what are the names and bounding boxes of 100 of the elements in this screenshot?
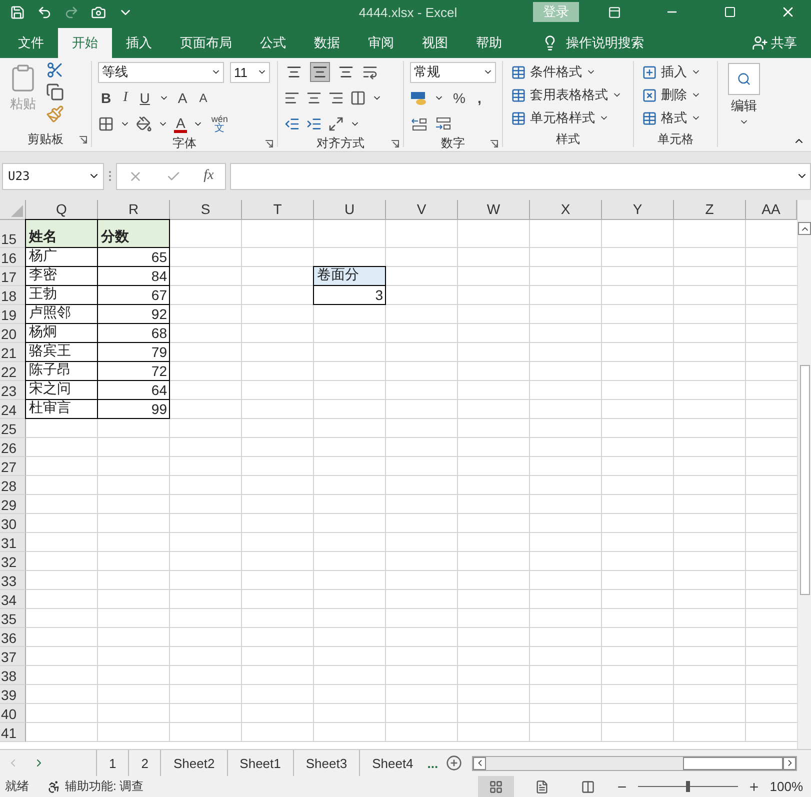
indent-decrease-icon[interactable] bbox=[284, 116, 300, 132]
new-sheet-icon[interactable] bbox=[446, 755, 462, 771]
zoom-thumb[interactable] bbox=[686, 781, 690, 792]
grow-font-button[interactable]: A bbox=[174, 90, 190, 106]
editing-button[interactable]: 编辑 bbox=[726, 61, 762, 147]
row-header[interactable]: 28 bbox=[0, 476, 26, 495]
camera-icon[interactable] bbox=[91, 4, 106, 20]
cut-icon[interactable] bbox=[46, 61, 64, 79]
undo-icon[interactable] bbox=[37, 4, 52, 20]
ribbon-tab[interactable]: 页面布局 bbox=[166, 28, 246, 58]
column-header[interactable]: Y bbox=[602, 200, 674, 219]
accessibility-icon[interactable] bbox=[47, 780, 61, 794]
splitter-icon[interactable] bbox=[108, 169, 112, 183]
percent-button[interactable]: % bbox=[450, 90, 468, 106]
formula-field[interactable] bbox=[230, 162, 811, 190]
row-header[interactable]: 34 bbox=[0, 590, 26, 609]
table-icon[interactable] bbox=[511, 88, 526, 102]
page-icon[interactable] bbox=[534, 780, 549, 794]
row-header[interactable]: 18 bbox=[0, 286, 26, 305]
scroll-thumb[interactable] bbox=[683, 756, 783, 770]
row-header[interactable]: 16 bbox=[0, 248, 26, 267]
align-left-icon[interactable] bbox=[284, 90, 300, 106]
command-button[interactable]: 删除 bbox=[640, 84, 703, 106]
more-sheets-button[interactable]: ... bbox=[425, 756, 446, 770]
phonetic-button[interactable]: wén 文 bbox=[209, 115, 230, 133]
column-header[interactable]: T bbox=[242, 200, 314, 219]
ribbon-tab[interactable]: 数据 bbox=[300, 28, 354, 58]
search-icon[interactable] bbox=[737, 72, 751, 86]
maximize-icon[interactable] bbox=[724, 6, 736, 18]
column-header[interactable]: V bbox=[386, 200, 458, 219]
ribbon-tab[interactable]: 视图 bbox=[408, 28, 462, 58]
dialog-launcher-icon[interactable] bbox=[265, 140, 273, 148]
column-header[interactable]: W bbox=[458, 200, 530, 219]
row-header[interactable]: 21 bbox=[0, 343, 26, 362]
row-header[interactable]: 41 bbox=[0, 723, 26, 742]
command-button[interactable]: 格式 bbox=[640, 107, 703, 129]
ribbon-tab[interactable]: 文件 bbox=[4, 28, 58, 58]
row-header[interactable]: 22 bbox=[0, 362, 26, 381]
delete-icon[interactable] bbox=[642, 88, 657, 102]
row-header[interactable]: 20 bbox=[0, 324, 26, 343]
ribbon-tab[interactable]: 帮助 bbox=[462, 28, 516, 58]
row-header[interactable]: 39 bbox=[0, 685, 26, 704]
column-header[interactable]: Z bbox=[674, 200, 746, 219]
italic-button[interactable]: I bbox=[120, 90, 131, 106]
row-header[interactable]: 40 bbox=[0, 704, 26, 723]
ribbon-display-icon[interactable] bbox=[608, 6, 620, 18]
tell-me-search[interactable]: 操作说明搜索 bbox=[536, 28, 650, 58]
column-header[interactable]: U bbox=[314, 200, 386, 219]
zoom-in-icon[interactable] bbox=[748, 780, 760, 792]
table-icon[interactable] bbox=[511, 64, 526, 80]
column-header[interactable]: X bbox=[530, 200, 602, 219]
command-button[interactable]: 条件格式 bbox=[509, 61, 624, 83]
ribbon-tab[interactable]: 插入 bbox=[112, 28, 166, 58]
page-break-icon[interactable] bbox=[580, 780, 595, 794]
row-header[interactable]: 38 bbox=[0, 666, 26, 685]
currency-icon[interactable] bbox=[410, 90, 428, 106]
row-header[interactable]: 26 bbox=[0, 438, 26, 457]
insert-icon[interactable] bbox=[642, 64, 657, 80]
font-size-field[interactable]: 11 bbox=[230, 62, 270, 82]
command-button[interactable]: 插入 bbox=[640, 61, 703, 83]
ribbon-tab[interactable]: 公式 bbox=[246, 28, 300, 58]
share-button[interactable]: 共享 bbox=[746, 28, 811, 58]
dialog-launcher-icon[interactable] bbox=[490, 140, 498, 148]
save-icon[interactable] bbox=[10, 4, 25, 20]
row-header[interactable]: 35 bbox=[0, 609, 26, 628]
user-plus-icon[interactable] bbox=[752, 35, 768, 51]
insert-function-button[interactable]: fx bbox=[204, 168, 214, 184]
vertical-align-button[interactable] bbox=[310, 62, 330, 82]
row-header[interactable]: 19 bbox=[0, 305, 26, 324]
command-button[interactable]: 套用表格格式 bbox=[509, 84, 624, 106]
indent-increase-icon[interactable] bbox=[306, 116, 322, 132]
decrease-decimal-icon[interactable] bbox=[434, 117, 452, 131]
name-box[interactable]: U23 bbox=[2, 162, 104, 190]
row-header[interactable]: 17 bbox=[0, 267, 26, 286]
increase-decimal-icon[interactable] bbox=[410, 117, 428, 131]
accessibility-status[interactable]: 辅助功能: 调查 bbox=[65, 778, 144, 795]
merge-icon[interactable] bbox=[350, 90, 366, 106]
dialog-launcher-icon[interactable] bbox=[79, 136, 87, 144]
row-header[interactable]: 31 bbox=[0, 533, 26, 552]
align-center-icon[interactable] bbox=[306, 90, 322, 106]
ribbon-tab[interactable]: 开始 bbox=[58, 28, 112, 58]
copy-icon[interactable] bbox=[46, 83, 64, 101]
ribbon-tab[interactable]: 审阅 bbox=[354, 28, 408, 58]
dialog-launcher-icon[interactable] bbox=[391, 140, 399, 148]
table-icon[interactable] bbox=[511, 110, 526, 126]
row-header[interactable]: 33 bbox=[0, 571, 26, 590]
borders-icon[interactable] bbox=[98, 116, 114, 132]
row-header[interactable]: 32 bbox=[0, 552, 26, 571]
grid-icon[interactable] bbox=[488, 780, 503, 794]
row-header[interactable]: 29 bbox=[0, 495, 26, 514]
fill-color-icon[interactable] bbox=[136, 116, 152, 132]
command-button[interactable]: 单元格样式 bbox=[509, 107, 624, 129]
row-header[interactable]: 37 bbox=[0, 647, 26, 666]
font-color-button[interactable]: A bbox=[174, 116, 188, 132]
column-header[interactable]: S bbox=[170, 200, 242, 219]
wrap-text-icon[interactable] bbox=[362, 64, 378, 80]
row-header[interactable]: 27 bbox=[0, 457, 26, 476]
row-header[interactable]: 30 bbox=[0, 514, 26, 533]
bold-button[interactable]: B bbox=[98, 90, 114, 106]
row-header[interactable]: 15 bbox=[0, 220, 26, 248]
